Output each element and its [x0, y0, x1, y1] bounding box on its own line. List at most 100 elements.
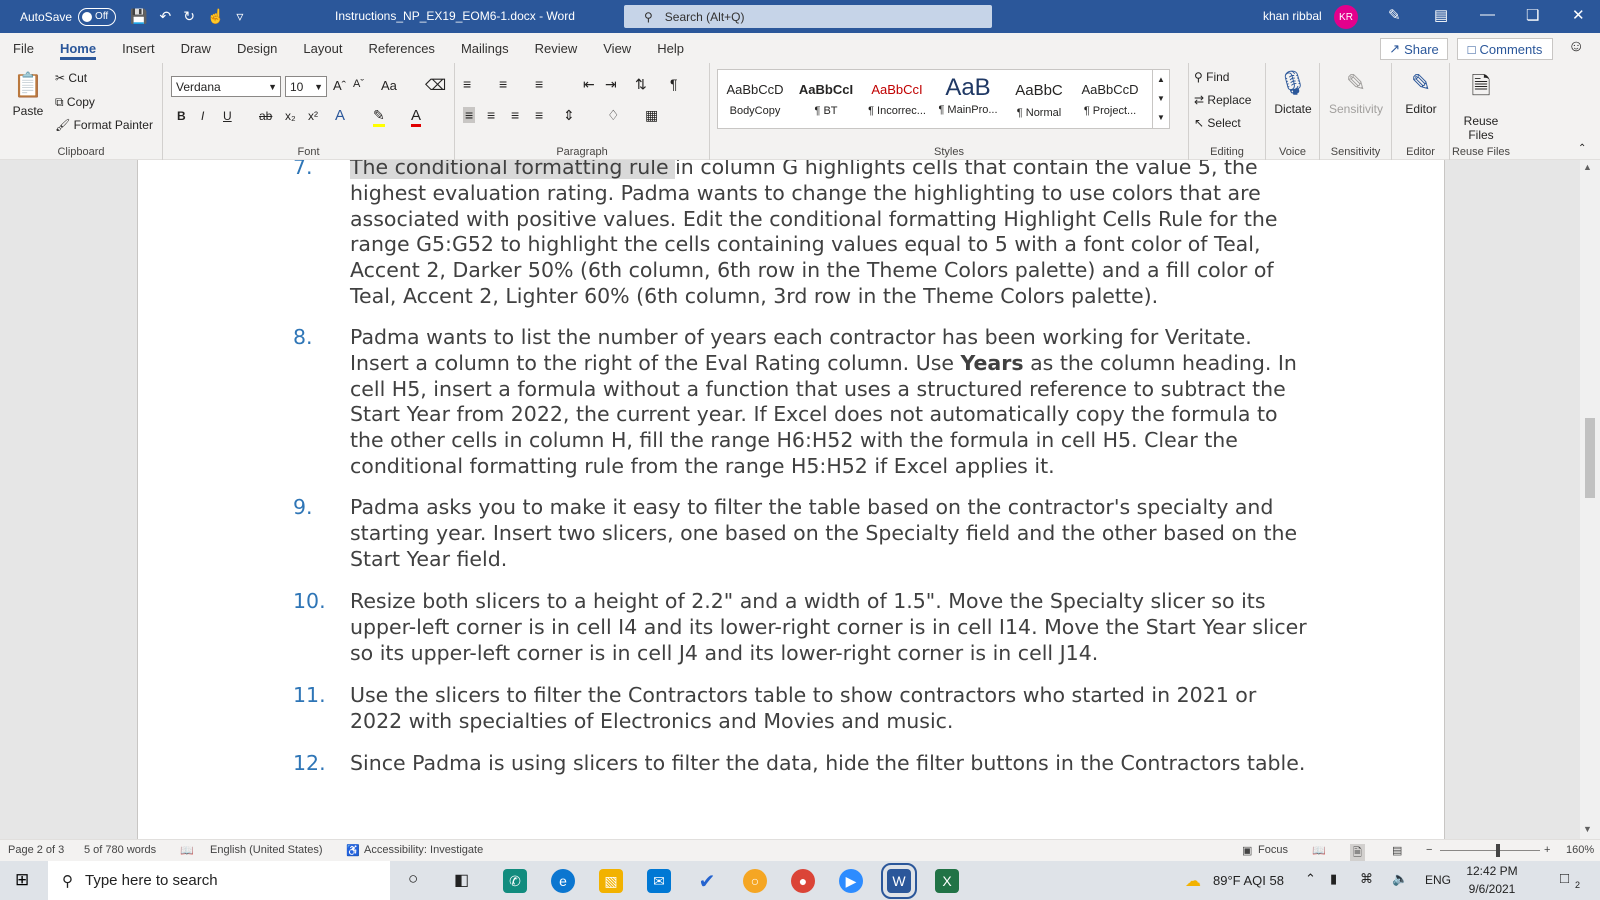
- align-right-icon[interactable]: ≡: [511, 107, 519, 123]
- focus-button[interactable]: Focus: [1258, 844, 1288, 856]
- windows-start-icon[interactable]: ⊞: [15, 870, 29, 890]
- clock-date[interactable]: 9/6/2021: [1462, 882, 1522, 896]
- tray-chevron-icon[interactable]: ⌃: [1305, 871, 1316, 887]
- scroll-up-icon[interactable]: ▲: [1583, 162, 1592, 172]
- customize-qat-icon[interactable]: ▿: [236, 8, 243, 25]
- browser-icon[interactable]: ○: [743, 869, 767, 893]
- show-marks-icon[interactable]: ¶: [670, 76, 678, 92]
- web-layout-icon[interactable]: ▤: [1392, 844, 1402, 857]
- tab-design[interactable]: Design: [224, 33, 290, 63]
- page-count[interactable]: Page 2 of 3: [8, 844, 64, 856]
- user-name[interactable]: khan ribbal: [1263, 9, 1322, 23]
- subscript-button[interactable]: x₂: [285, 109, 296, 123]
- sensitivity-button[interactable]: ✎ Sensitivity: [1322, 69, 1390, 116]
- bold-button[interactable]: B: [177, 109, 186, 123]
- line-spacing-icon[interactable]: ⇕: [563, 107, 575, 124]
- tab-mailings[interactable]: Mailings: [448, 33, 522, 63]
- document-page[interactable]: 7. The conditional formatting rule in co…: [137, 160, 1445, 839]
- mail-icon[interactable]: ✉: [647, 869, 671, 893]
- weather-status[interactable]: 89°F AQI 58: [1213, 873, 1284, 888]
- style-item[interactable]: AaB ¶ MainPro...: [933, 70, 1003, 128]
- redo-icon[interactable]: ↻: [183, 8, 195, 25]
- multilevel-list-icon[interactable]: ≡: [535, 76, 543, 92]
- font-size-select[interactable]: 10 ▼: [285, 76, 327, 97]
- ribbon-display-icon[interactable]: ▤: [1434, 6, 1448, 24]
- chrome-icon[interactable]: ●: [791, 869, 815, 893]
- editor-button[interactable]: ✎ Editor: [1394, 69, 1448, 116]
- zoom-in-icon[interactable]: +: [1544, 844, 1550, 856]
- autosave-toggle[interactable]: Off: [78, 7, 117, 26]
- style-item[interactable]: AaBbCcD BodyCopy: [720, 70, 790, 128]
- bullets-icon[interactable]: ≡: [463, 76, 471, 92]
- feedback-icon[interactable]: ☺: [1568, 38, 1584, 56]
- cortana-icon[interactable]: ○: [408, 869, 418, 889]
- touch-mode-icon[interactable]: ☝: [207, 8, 224, 25]
- undo-icon[interactable]: ↶: [159, 8, 171, 25]
- pen-icon[interactable]: ✎: [1388, 6, 1401, 24]
- change-case-button[interactable]: Aa: [381, 78, 397, 93]
- text-effects-icon[interactable]: A: [335, 107, 345, 124]
- strikethrough-button[interactable]: ab: [259, 109, 272, 123]
- autosave[interactable]: AutoSave Off: [20, 7, 117, 26]
- tab-references[interactable]: References: [355, 33, 447, 63]
- borders-icon[interactable]: ▦: [645, 107, 658, 124]
- styles-scroll[interactable]: ▲ ▼ ▼: [1152, 70, 1169, 128]
- language[interactable]: English (United States): [210, 844, 323, 856]
- zoom-slider[interactable]: [1440, 850, 1540, 851]
- zoom-app-icon[interactable]: ▶: [839, 869, 863, 893]
- accessibility-status[interactable]: Accessibility: Investigate: [364, 844, 483, 856]
- read-mode-icon[interactable]: 📖: [1312, 844, 1326, 857]
- paste-button[interactable]: 📋 Paste: [8, 71, 48, 118]
- style-item[interactable]: AaBbCcI ¶ BT: [791, 70, 861, 128]
- restore-icon[interactable]: ❏: [1526, 6, 1539, 24]
- style-item[interactable]: AaBbCcD ¶ Project...: [1075, 70, 1145, 128]
- word-count[interactable]: 5 of 780 words: [84, 844, 156, 856]
- battery-icon[interactable]: ▮: [1330, 871, 1337, 887]
- edge-icon[interactable]: e: [551, 869, 575, 893]
- increase-indent-icon[interactable]: ⇥: [605, 76, 617, 93]
- cut-button[interactable]: ✂ Cut: [55, 71, 87, 85]
- tab-view[interactable]: View: [590, 33, 644, 63]
- select-button[interactable]: ↖ Select: [1194, 116, 1241, 130]
- minimize-icon[interactable]: —: [1480, 6, 1495, 23]
- shading-icon[interactable]: ♢: [607, 107, 620, 124]
- copy-button[interactable]: ⧉ Copy: [55, 95, 95, 110]
- reuse-files-button[interactable]: 🗎 Reuse Files: [1452, 69, 1510, 142]
- shrink-font-button[interactable]: Aˇ: [353, 78, 364, 90]
- comments-button[interactable]: □ Comments: [1457, 38, 1553, 60]
- task-view-icon[interactable]: ◧: [454, 870, 469, 890]
- volume-icon[interactable]: 🔈: [1392, 871, 1408, 887]
- zoom-slider-thumb[interactable]: [1496, 844, 1500, 857]
- file-explorer-icon[interactable]: ▧: [599, 869, 623, 893]
- word-icon[interactable]: W: [881, 863, 917, 899]
- tab-layout[interactable]: Layout: [290, 33, 355, 63]
- tab-home[interactable]: Home: [47, 33, 109, 63]
- collapse-ribbon-icon[interactable]: ⌃: [1578, 143, 1586, 154]
- highlight-icon[interactable]: ✎: [373, 107, 385, 127]
- font-color-icon[interactable]: A: [411, 107, 422, 127]
- clock-time[interactable]: 12:42 PM: [1462, 864, 1522, 878]
- proofing-icon[interactable]: 📖: [180, 844, 194, 857]
- tab-insert[interactable]: Insert: [109, 33, 168, 63]
- language-indicator[interactable]: ENG: [1425, 873, 1451, 887]
- align-center-icon[interactable]: ≡: [487, 107, 495, 123]
- superscript-button[interactable]: x²: [308, 109, 318, 123]
- italic-button[interactable]: I: [201, 109, 204, 123]
- style-item[interactable]: AaBbCcI ¶ Incorrec...: [862, 70, 932, 128]
- dictate-button[interactable]: 🎙 Dictate: [1268, 69, 1318, 116]
- search-box[interactable]: ⚲ Search (Alt+Q): [624, 5, 992, 28]
- align-left-icon[interactable]: ≡: [463, 107, 476, 123]
- format-painter-button[interactable]: 🖌 Format Painter: [55, 118, 153, 132]
- tab-review[interactable]: Review: [522, 33, 591, 63]
- scroll-down-icon[interactable]: ▼: [1583, 824, 1592, 834]
- avatar[interactable]: KR: [1334, 5, 1358, 29]
- excel-icon[interactable]: X: [935, 869, 959, 893]
- tab-file[interactable]: File: [0, 33, 47, 63]
- notifications-icon[interactable]: □: [1560, 870, 1569, 887]
- style-item[interactable]: AaBbC ¶ Normal: [1004, 70, 1074, 128]
- underline-button[interactable]: U: [223, 109, 232, 123]
- scroll-thumb[interactable]: [1585, 418, 1595, 498]
- share-button[interactable]: ↗ Share: [1380, 38, 1448, 60]
- grow-font-button[interactable]: Aˆ: [333, 78, 346, 93]
- find-button[interactable]: ⚲ Find: [1194, 70, 1229, 84]
